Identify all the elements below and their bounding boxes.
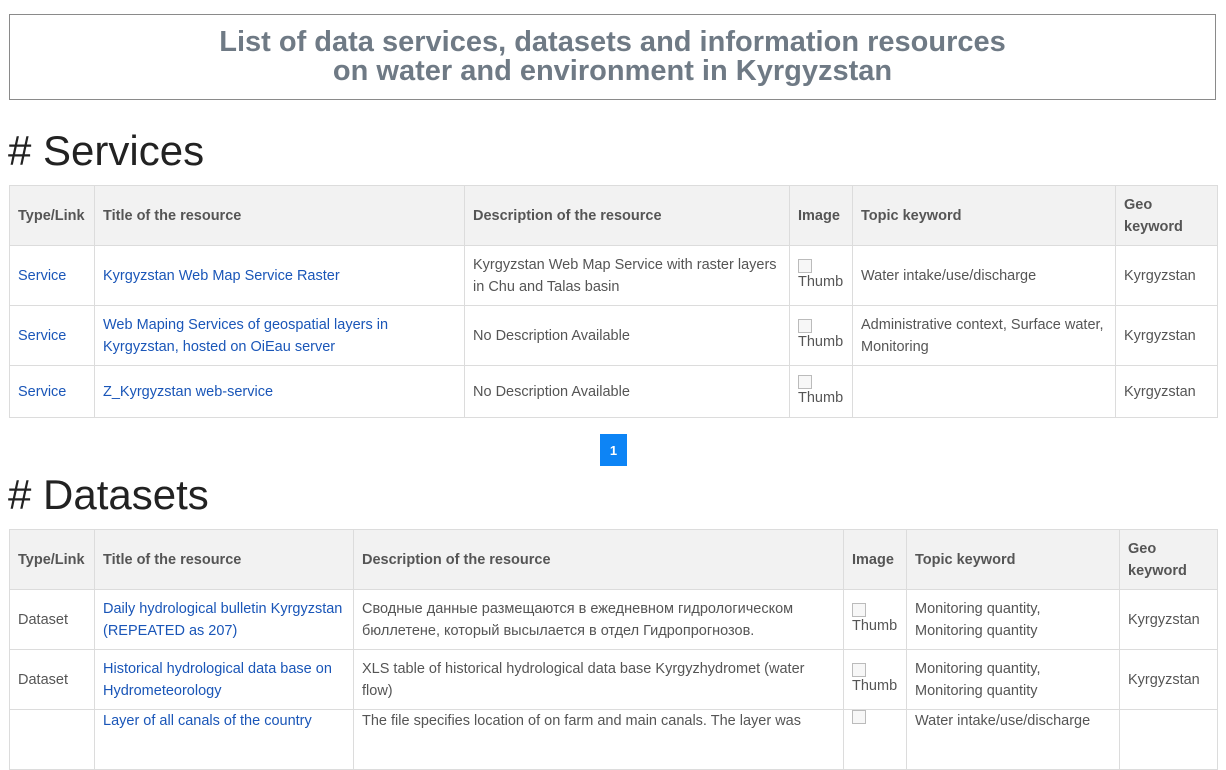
geo-keyword: Kyrgyzstan xyxy=(1115,365,1218,418)
thumbnail-alt-text: Thumb xyxy=(852,677,898,694)
topic-keyword: Monitoring quantity, Monitoring quantity xyxy=(906,649,1120,710)
column-header-image: Image xyxy=(843,529,907,590)
services-heading: # Services xyxy=(8,127,205,174)
topic-keyword: Administrative context, Surface water, M… xyxy=(852,305,1116,366)
table-row: Service Z_Kyrgyzstan web-service No Desc… xyxy=(9,365,1218,418)
column-header-type: Type/Link xyxy=(9,529,95,590)
services-header-row: Type/Link Title of the resource Descript… xyxy=(9,185,1218,246)
column-header-topic: Topic keyword xyxy=(906,529,1120,590)
thumbnail-image: Thumb xyxy=(798,374,844,407)
thumbnail-image: Thumb xyxy=(798,258,844,291)
column-header-title: Title of the resource xyxy=(94,185,465,246)
datasets-table: Type/Link Title of the resource Descript… xyxy=(9,529,1218,770)
thumbnail-image xyxy=(852,710,866,726)
type-link[interactable]: Service xyxy=(18,268,66,284)
geo-keyword: Kyrgyzstan xyxy=(1115,245,1218,306)
broken-image-icon xyxy=(798,258,812,273)
resource-description: No Description Available xyxy=(464,305,790,366)
column-header-description: Description of the resource xyxy=(464,185,790,246)
type-link[interactable]: Service xyxy=(18,384,66,400)
datasets-header-row: Type/Link Title of the resource Descript… xyxy=(9,529,1218,590)
column-header-topic: Topic keyword xyxy=(852,185,1116,246)
resource-description: Сводные данные размещаются в ежедневном … xyxy=(353,589,844,650)
resource-description: XLS table of historical hydrological dat… xyxy=(353,649,844,710)
geo-keyword: Kyrgyzstan xyxy=(1119,589,1218,650)
thumbnail-image: Thumb xyxy=(852,602,898,635)
topic-keyword: Monitoring quantity, Monitoring quantity xyxy=(906,589,1120,650)
column-header-geo: Geo keyword xyxy=(1115,185,1218,246)
resource-description: The file specifies location of on farm a… xyxy=(353,709,844,770)
broken-image-icon xyxy=(798,374,812,389)
thumbnail-image: Thumb xyxy=(798,318,844,351)
resource-title-link[interactable]: Z_Kyrgyzstan web-service xyxy=(103,384,273,400)
pagination-page-button[interactable]: 1 xyxy=(600,434,627,466)
geo-keyword xyxy=(1119,709,1218,770)
type-label xyxy=(9,709,95,770)
column-header-description: Description of the resource xyxy=(353,529,844,590)
topic-keyword xyxy=(852,365,1116,418)
column-header-title: Title of the resource xyxy=(94,529,354,590)
table-row: Dataset Historical hydrological data bas… xyxy=(9,649,1218,710)
services-table: Type/Link Title of the resource Descript… xyxy=(9,185,1218,418)
thumbnail-alt-text: Thumb xyxy=(852,617,898,634)
thumbnail-alt-text: Thumb xyxy=(798,389,844,406)
geo-keyword: Kyrgyzstan xyxy=(1119,649,1218,710)
page-title-line-1: List of data services, datasets and info… xyxy=(219,26,1006,58)
column-header-geo: Geo keyword xyxy=(1119,529,1218,590)
resource-title-link[interactable]: Daily hydrological bulletin Kyrgyzstan (… xyxy=(103,601,342,639)
resource-description: No Description Available xyxy=(464,365,790,418)
broken-image-icon xyxy=(852,710,866,724)
column-header-image: Image xyxy=(789,185,853,246)
topic-keyword: Water intake/use/discharge xyxy=(852,245,1116,306)
resource-title-link[interactable]: Kyrgyzstan Web Map Service Raster xyxy=(103,268,340,284)
resource-title-link[interactable]: Web Maping Services of geospatial layers… xyxy=(103,317,388,355)
column-header-type: Type/Link xyxy=(9,185,95,246)
table-row: Service Web Maping Services of geospatia… xyxy=(9,305,1218,366)
resource-title-link[interactable]: Historical hydrological data base on Hyd… xyxy=(103,661,332,699)
table-row: Layer of all canals of the country The f… xyxy=(9,709,1218,770)
datasets-heading: # Datasets xyxy=(8,471,209,518)
table-row: Dataset Daily hydrological bulletin Kyrg… xyxy=(9,589,1218,650)
thumbnail-image: Thumb xyxy=(852,662,898,695)
broken-image-icon xyxy=(852,662,866,677)
geo-keyword: Kyrgyzstan xyxy=(1115,305,1218,366)
type-label: Dataset xyxy=(9,589,95,650)
page-title-line-2: on water and environment in Kyrgyzstan xyxy=(332,55,893,87)
broken-image-icon xyxy=(852,602,866,617)
page-title-banner: List of data services, datasets and info… xyxy=(9,14,1216,100)
type-link[interactable]: Service xyxy=(18,328,66,344)
broken-image-icon xyxy=(798,318,812,333)
resource-description: Kyrgyzstan Web Map Service with raster l… xyxy=(464,245,790,306)
thumbnail-alt-text: Thumb xyxy=(798,333,844,350)
thumbnail-alt-text: Thumb xyxy=(798,273,844,290)
resource-title-link[interactable]: Layer of all canals of the country xyxy=(103,713,312,729)
table-row: Service Kyrgyzstan Web Map Service Raste… xyxy=(9,245,1218,306)
type-label: Dataset xyxy=(9,649,95,710)
topic-keyword: Water intake/use/discharge xyxy=(906,709,1120,770)
